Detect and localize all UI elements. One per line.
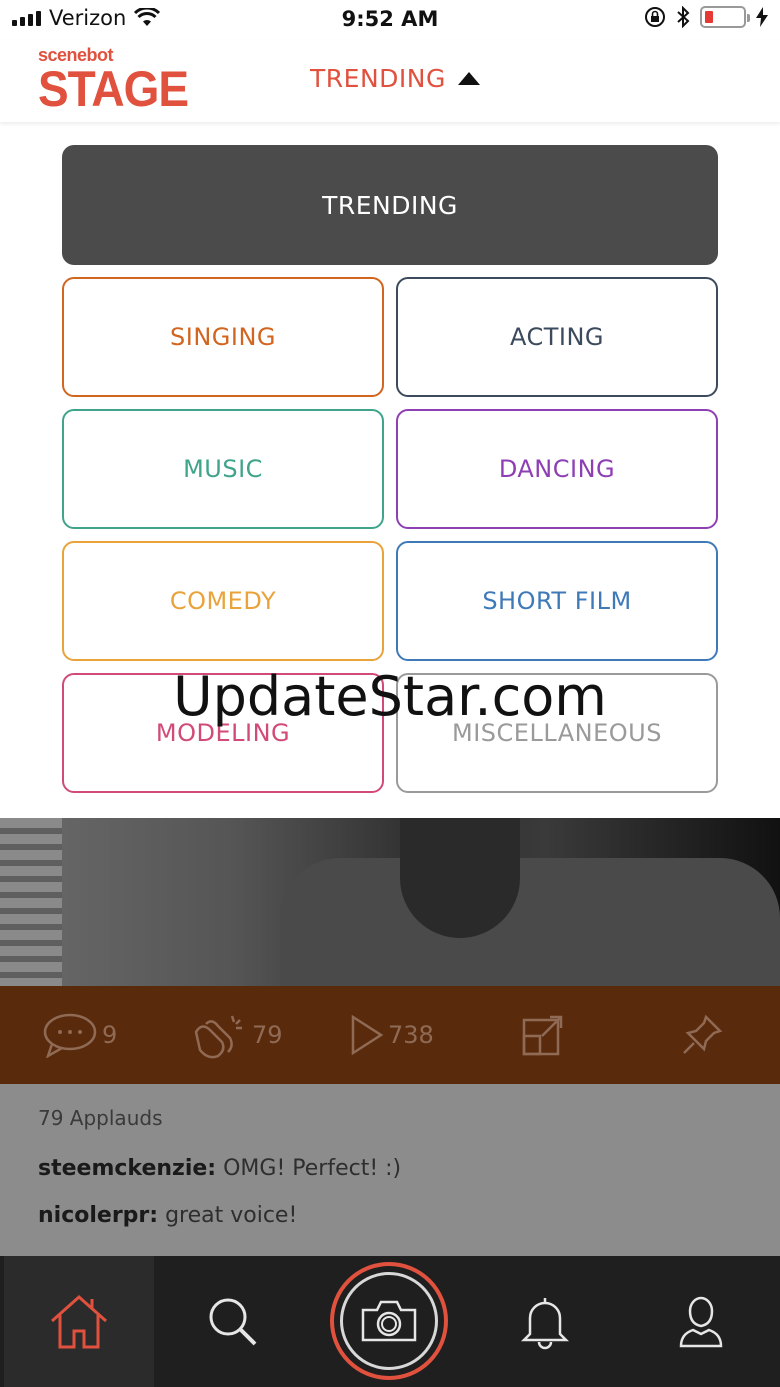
video-player[interactable] bbox=[0, 818, 780, 986]
home-icon bbox=[51, 1294, 107, 1348]
bell-icon bbox=[520, 1297, 570, 1349]
category-modeling[interactable]: MODELING bbox=[62, 673, 384, 793]
comment-user[interactable]: steemckenzie: bbox=[38, 1156, 216, 1181]
bottom-tab-bar bbox=[0, 1256, 780, 1387]
video-subject bbox=[280, 858, 780, 986]
clapping-hands-icon bbox=[194, 1015, 242, 1059]
record-button-inner bbox=[340, 1272, 438, 1370]
tab-profile[interactable] bbox=[626, 1256, 776, 1387]
video-subject-neck bbox=[400, 818, 520, 938]
category-menu: TRENDING SINGING ACTING MUSIC DANCING CO… bbox=[0, 122, 780, 818]
plays-action[interactable]: 738 bbox=[350, 986, 434, 1084]
record-button[interactable] bbox=[330, 1262, 448, 1380]
applaud-count: 79 bbox=[252, 1021, 283, 1049]
tab-notifications[interactable] bbox=[470, 1256, 620, 1387]
category-trending[interactable]: TRENDING bbox=[62, 145, 718, 265]
comments-count: 9 bbox=[102, 1021, 118, 1049]
category-miscellaneous[interactable]: MISCELLANEOUS bbox=[396, 673, 718, 793]
tab-search[interactable] bbox=[158, 1256, 308, 1387]
category-acting[interactable]: ACTING bbox=[396, 277, 718, 397]
applauds-summary[interactable]: 79 Applauds bbox=[38, 1106, 742, 1130]
search-icon bbox=[209, 1298, 257, 1345]
pin-icon bbox=[683, 1014, 723, 1054]
comments-section: 79 Applauds steemckenzie: OMG! Perfect! … bbox=[0, 1084, 780, 1256]
comment-text: great voice! bbox=[165, 1203, 298, 1228]
pin-action[interactable] bbox=[680, 986, 724, 1084]
battery-icon bbox=[700, 6, 750, 28]
comment-item: steemckenzie: OMG! Perfect! :) bbox=[38, 1156, 742, 1181]
comment-user[interactable]: nicolerpr: bbox=[38, 1203, 158, 1228]
comments-action[interactable]: 9 bbox=[42, 986, 117, 1084]
app-header: scenebot STAGE TRENDING bbox=[0, 40, 780, 122]
bluetooth-icon bbox=[677, 6, 690, 28]
camera-icon bbox=[361, 1300, 417, 1342]
header-title: TRENDING bbox=[310, 64, 446, 93]
status-bar: Verizon 9:52 AM bbox=[0, 0, 780, 40]
category-comedy[interactable]: COMEDY bbox=[62, 541, 384, 661]
status-right bbox=[644, 6, 768, 28]
share-action[interactable] bbox=[520, 986, 566, 1084]
tab-home[interactable] bbox=[4, 1256, 154, 1387]
category-music[interactable]: MUSIC bbox=[62, 409, 384, 529]
app-logo[interactable]: scenebot STAGE bbox=[38, 46, 189, 114]
logo-big-text: STAGE bbox=[38, 60, 189, 117]
category-singing[interactable]: SINGING bbox=[62, 277, 384, 397]
caret-up-icon bbox=[457, 72, 480, 85]
comment-text: OMG! Perfect! :) bbox=[223, 1156, 402, 1181]
share-icon bbox=[522, 1015, 563, 1056]
post-action-bar: 9 79 738 bbox=[0, 986, 780, 1084]
play-icon bbox=[351, 1014, 384, 1056]
profile-icon bbox=[679, 1296, 723, 1347]
video-background-blinds bbox=[0, 818, 62, 986]
category-dancing[interactable]: DANCING bbox=[396, 409, 718, 529]
category-dropdown-toggle[interactable]: TRENDING bbox=[310, 64, 480, 93]
applaud-action[interactable]: 79 bbox=[188, 986, 283, 1084]
category-short-film[interactable]: SHORT FILM bbox=[396, 541, 718, 661]
plays-count: 738 bbox=[388, 1021, 434, 1049]
comment-bubble-icon bbox=[43, 1013, 97, 1058]
charging-icon bbox=[756, 7, 768, 27]
rotation-lock-icon bbox=[645, 7, 665, 27]
comment-item: nicolerpr: great voice! bbox=[38, 1203, 742, 1228]
